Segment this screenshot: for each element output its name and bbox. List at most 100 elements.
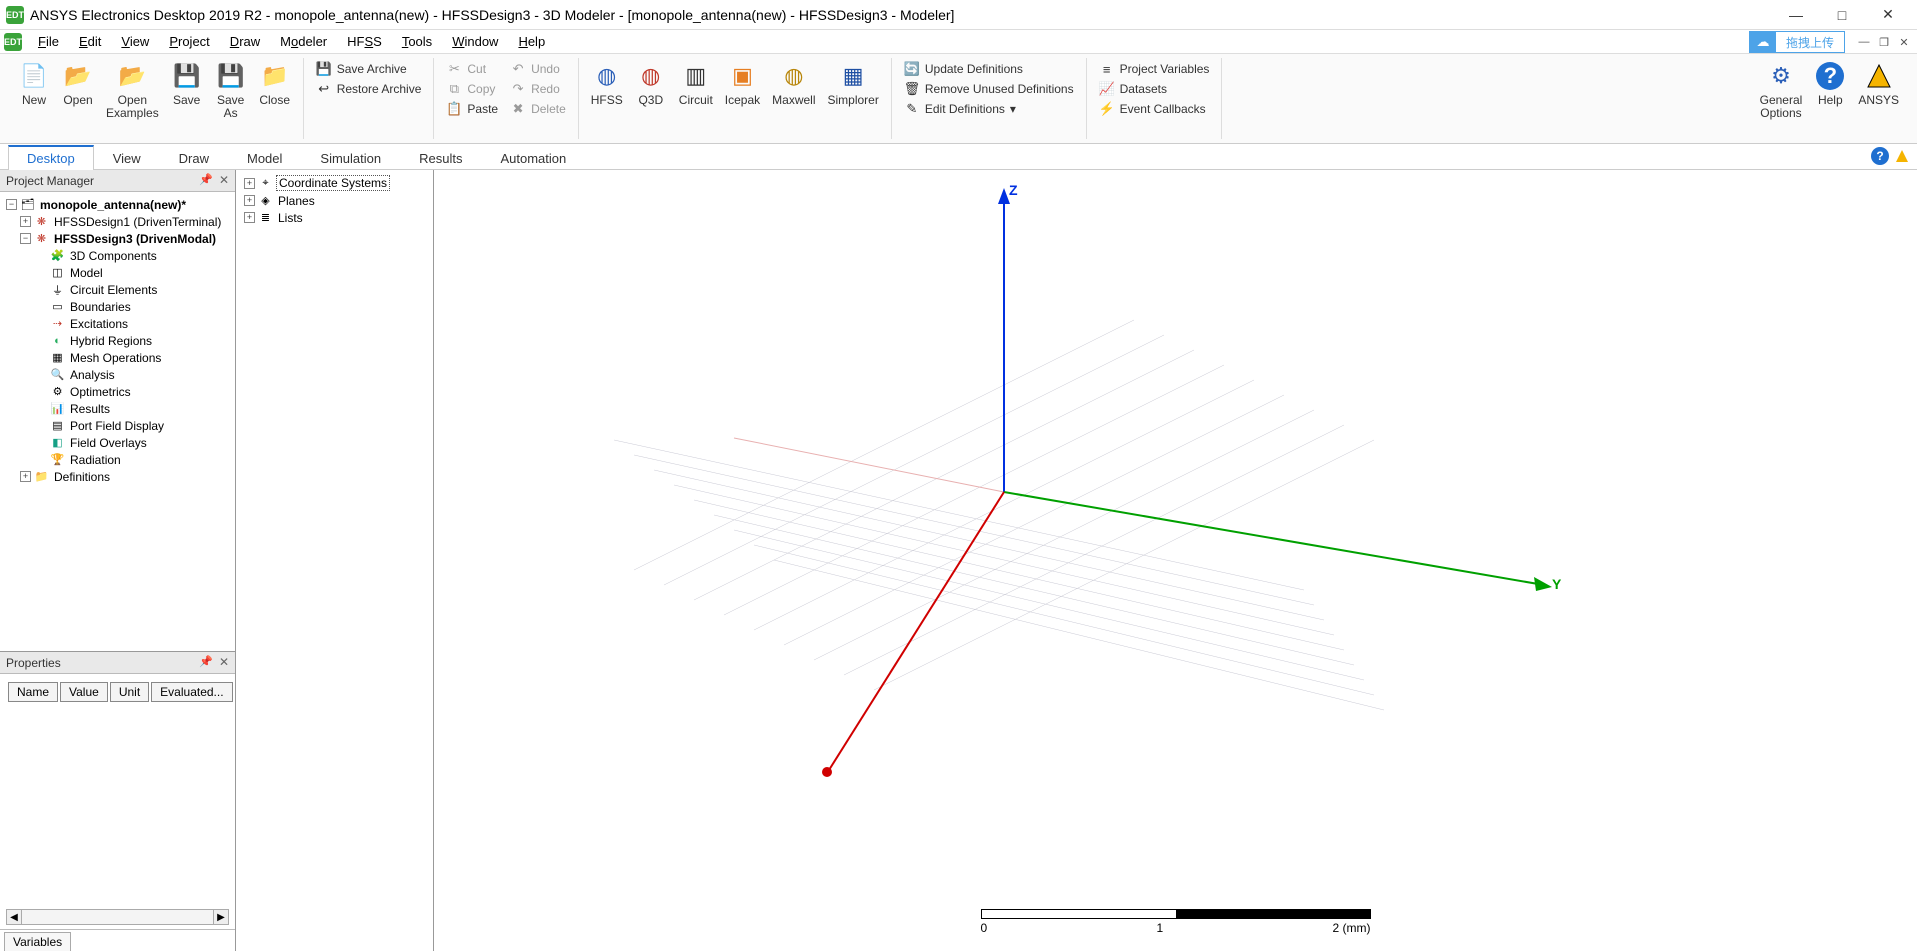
tree-analysis[interactable]: Analysis: [68, 368, 117, 382]
tree-mesh-operations[interactable]: Mesh Operations: [68, 351, 163, 365]
circuit-button[interactable]: ▥Circuit: [673, 58, 719, 109]
menu-file[interactable]: File: [28, 32, 69, 51]
tree-toggle[interactable]: +: [244, 195, 255, 206]
save-as-button[interactable]: 💾Save As: [209, 58, 253, 122]
mdi-minimize-button[interactable]: —: [1855, 34, 1873, 50]
tree-root[interactable]: monopole_antenna(new)*: [38, 198, 188, 212]
scroll-track[interactable]: [22, 909, 213, 925]
tree-definitions[interactable]: Definitions: [52, 470, 112, 484]
menu-tools[interactable]: Tools: [392, 32, 442, 51]
edit-definitions-button[interactable]: ✎Edit Definitions ▾: [902, 100, 1076, 118]
tab-simulation[interactable]: Simulation: [301, 146, 400, 170]
open-button[interactable]: 📂Open: [56, 58, 100, 109]
tab-model[interactable]: Model: [228, 146, 301, 170]
mdi-restore-button[interactable]: ❐: [1875, 34, 1893, 50]
menu-view[interactable]: View: [111, 32, 159, 51]
menu-draw[interactable]: Draw: [220, 32, 270, 51]
help-button[interactable]: ?Help: [1808, 58, 1852, 109]
event-callbacks-button[interactable]: ⚡Event Callbacks: [1097, 100, 1212, 118]
modeler-planes[interactable]: Planes: [276, 194, 317, 208]
tree-3d-components[interactable]: 3D Components: [68, 249, 159, 263]
open-examples-button[interactable]: 📂Open Examples: [100, 58, 165, 122]
tab-view[interactable]: View: [94, 146, 160, 170]
redo-button[interactable]: ↷Redo: [508, 80, 568, 98]
project-tree[interactable]: −🗂monopole_antenna(new)* +❋HFSSDesign1 (…: [0, 192, 235, 651]
scroll-right-icon[interactable]: ▶: [213, 909, 229, 925]
tree-circuit-elements[interactable]: Circuit Elements: [68, 283, 159, 297]
ansys-button[interactable]: ANSYS: [1852, 58, 1905, 109]
menu-edit[interactable]: Edit: [69, 32, 111, 51]
general-options-button[interactable]: ⚙General Options: [1754, 58, 1809, 122]
tree-hybrid-regions[interactable]: Hybrid Regions: [68, 334, 154, 348]
menu-hfss[interactable]: HFSS: [337, 32, 392, 51]
remove-icon: 🗑: [904, 81, 920, 97]
simplorer-button[interactable]: ▦Simplorer: [822, 58, 885, 109]
new-button[interactable]: 📄New: [12, 58, 56, 109]
pin-icon[interactable]: 📌: [199, 655, 213, 668]
copy-button[interactable]: ⧉Copy: [444, 80, 500, 98]
project-variables-button[interactable]: ≡Project Variables: [1097, 60, 1212, 78]
tree-toggle[interactable]: +: [20, 471, 31, 482]
cut-button[interactable]: ✂Cut: [444, 60, 500, 78]
upload-badge[interactable]: ☁ 拖拽上传: [1749, 31, 1845, 53]
3d-viewport[interactable]: Z Y 0 1 2 (mm): [434, 170, 1917, 951]
tree-toggle[interactable]: −: [20, 233, 31, 244]
tree-design3[interactable]: HFSSDesign3 (DrivenModal): [52, 232, 218, 246]
tree-excitations[interactable]: Excitations: [68, 317, 130, 331]
menu-project[interactable]: Project: [159, 32, 219, 51]
close-panel-icon[interactable]: ✕: [219, 173, 229, 187]
close-file-button[interactable]: 📁Close: [253, 58, 297, 109]
mdi-close-button[interactable]: ✕: [1895, 34, 1913, 50]
update-definitions-button[interactable]: 🔄Update Definitions: [902, 60, 1076, 78]
tree-model[interactable]: Model: [68, 266, 105, 280]
help-circle-icon[interactable]: ?: [1871, 147, 1889, 165]
tree-toggle[interactable]: −: [6, 199, 17, 210]
col-evaluated[interactable]: Evaluated...: [151, 682, 232, 702]
modeler-tree-panel[interactable]: +⌖Coordinate Systems +◈Planes +≣Lists: [236, 170, 434, 951]
maxwell-button[interactable]: ◍Maxwell: [766, 58, 821, 109]
tree-toggle[interactable]: +: [244, 178, 255, 189]
datasets-button[interactable]: 📈Datasets: [1097, 80, 1212, 98]
col-unit[interactable]: Unit: [110, 682, 149, 702]
delete-button[interactable]: ✖Delete: [508, 100, 568, 118]
remove-unused-button[interactable]: 🗑Remove Unused Definitions: [902, 80, 1076, 98]
tab-draw[interactable]: Draw: [160, 146, 228, 170]
close-panel-icon[interactable]: ✕: [219, 655, 229, 669]
q3d-button[interactable]: ◍Q3D: [629, 58, 673, 109]
modeler-lists[interactable]: Lists: [276, 211, 305, 225]
tree-port-field[interactable]: Port Field Display: [68, 419, 166, 433]
variables-tab[interactable]: Variables: [4, 932, 71, 951]
minimize-button[interactable]: —: [1773, 1, 1819, 29]
close-button[interactable]: ✕: [1865, 1, 1911, 29]
modeler-coordinate-systems[interactable]: Coordinate Systems: [276, 175, 390, 191]
tab-desktop[interactable]: Desktop: [8, 145, 94, 170]
icepak-button[interactable]: ▣Icepak: [719, 58, 766, 109]
q3d-icon: ◍: [635, 60, 667, 92]
ansys-a-icon[interactable]: [1893, 147, 1911, 165]
hfss-button[interactable]: ◍HFSS: [585, 58, 629, 109]
save-button[interactable]: 💾Save: [165, 58, 209, 109]
menu-help[interactable]: Help: [508, 32, 555, 51]
tree-toggle[interactable]: +: [244, 212, 255, 223]
tree-toggle[interactable]: +: [20, 216, 31, 227]
tree-optimetrics[interactable]: Optimetrics: [68, 385, 133, 399]
properties-scrollbar[interactable]: ◀ ▶: [6, 909, 229, 925]
maximize-button[interactable]: □: [1819, 1, 1865, 29]
menu-modeler[interactable]: Modeler: [270, 32, 337, 51]
tab-results[interactable]: Results: [400, 146, 481, 170]
tree-field-overlays[interactable]: Field Overlays: [68, 436, 149, 450]
tree-radiation[interactable]: Radiation: [68, 453, 123, 467]
restore-archive-button[interactable]: ↩Restore Archive: [314, 80, 424, 98]
tab-automation[interactable]: Automation: [481, 146, 585, 170]
scroll-left-icon[interactable]: ◀: [6, 909, 22, 925]
col-value[interactable]: Value: [60, 682, 108, 702]
pin-icon[interactable]: 📌: [199, 173, 213, 186]
tree-design1[interactable]: HFSSDesign1 (DrivenTerminal): [52, 215, 223, 229]
col-name[interactable]: Name: [8, 682, 58, 702]
paste-button[interactable]: 📋Paste: [444, 100, 500, 118]
save-archive-button[interactable]: 💾Save Archive: [314, 60, 424, 78]
tree-boundaries[interactable]: Boundaries: [68, 300, 133, 314]
undo-button[interactable]: ↶Undo: [508, 60, 568, 78]
menu-window[interactable]: Window: [442, 32, 508, 51]
tree-results[interactable]: Results: [68, 402, 112, 416]
